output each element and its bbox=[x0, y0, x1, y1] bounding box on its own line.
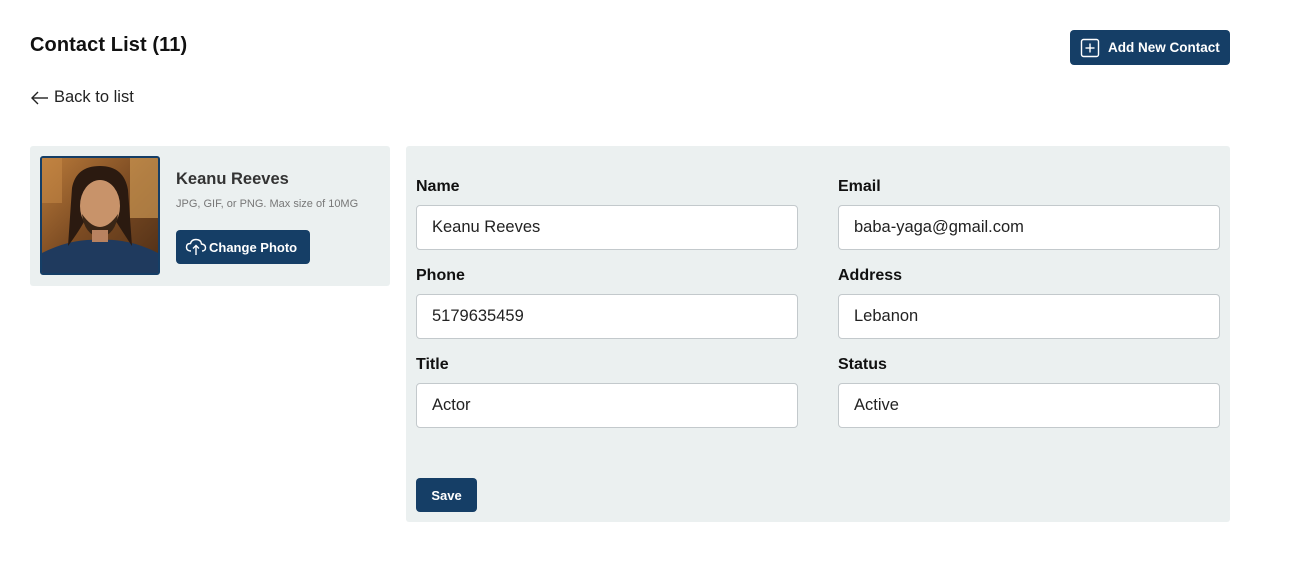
email-field[interactable] bbox=[838, 205, 1220, 250]
email-label: Email bbox=[838, 178, 881, 195]
avatar bbox=[40, 156, 160, 275]
address-label: Address bbox=[838, 267, 903, 284]
phone-field[interactable] bbox=[416, 294, 798, 339]
cloud-upload-icon bbox=[185, 238, 207, 256]
save-button[interactable]: Save bbox=[416, 478, 477, 512]
add-new-contact-label: Add New Contact bbox=[1108, 40, 1220, 55]
phone-label: Phone bbox=[416, 267, 465, 284]
status-field[interactable] bbox=[838, 383, 1220, 428]
page-title: Contact List (11) bbox=[30, 34, 188, 56]
back-to-list-label: Back to list bbox=[54, 88, 134, 106]
name-field[interactable] bbox=[416, 205, 798, 250]
title-field[interactable] bbox=[416, 383, 798, 428]
contact-form-card: Name Email Phone Address Title Status Sa… bbox=[406, 146, 1230, 522]
profile-name: Keanu Reeves bbox=[176, 170, 289, 188]
photo-format-hint: JPG, GIF, or PNG. Max size of 10MG bbox=[176, 198, 359, 210]
back-to-list-link[interactable]: Back to list bbox=[30, 88, 134, 107]
change-photo-button[interactable]: Change Photo bbox=[176, 230, 310, 264]
plus-square-icon bbox=[1080, 38, 1100, 58]
add-new-contact-button[interactable]: Add New Contact bbox=[1070, 30, 1230, 65]
address-field[interactable] bbox=[838, 294, 1220, 339]
title-label: Title bbox=[416, 356, 449, 373]
arrow-left-icon bbox=[30, 90, 50, 106]
change-photo-label: Change Photo bbox=[209, 239, 298, 255]
status-label: Status bbox=[838, 356, 887, 373]
profile-photo-card: Keanu Reeves JPG, GIF, or PNG. Max size … bbox=[30, 146, 390, 286]
name-label: Name bbox=[416, 178, 460, 195]
